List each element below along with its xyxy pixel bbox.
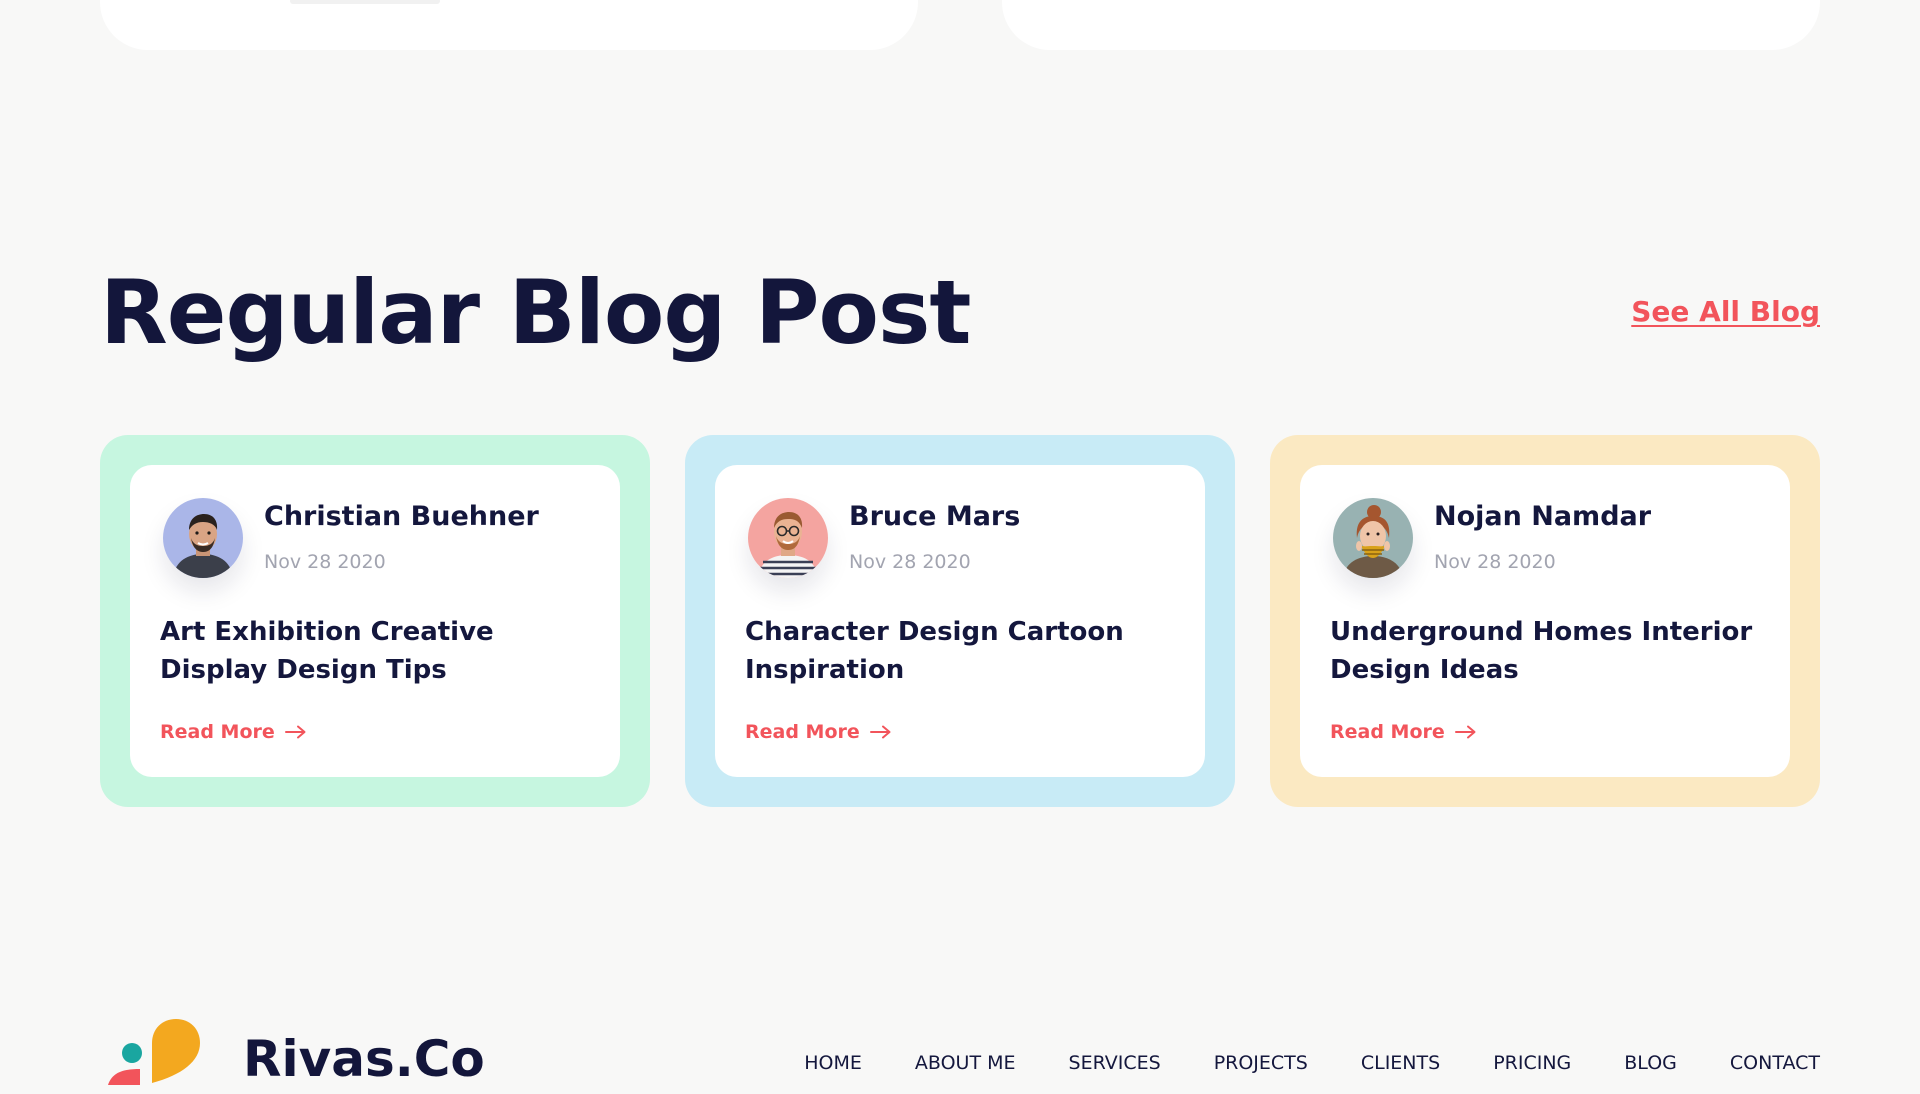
author-avatar (1333, 498, 1413, 578)
read-more-link[interactable]: Read More (160, 719, 307, 745)
previous-section-card-left (100, 0, 918, 50)
previous-section-card-right (1002, 0, 1820, 50)
read-more-link[interactable]: Read More (1330, 719, 1477, 745)
arrow-right-icon (1454, 725, 1476, 739)
nav-item-about-me[interactable]: ABOUT ME (915, 1048, 1016, 1078)
author-name: Nojan Namdar (1434, 501, 1652, 532)
post-title[interactable]: Art Exhibition Creative Display Design T… (160, 613, 600, 689)
woman-portrait-icon (1333, 498, 1413, 578)
footer-nav: HOME ABOUT ME SERVICES PROJECTS CLIENTS … (804, 1048, 1820, 1078)
logo-mark-icon (108, 1019, 200, 1085)
see-all-blog-link[interactable]: See All Blog (1631, 292, 1820, 332)
read-more-label: Read More (160, 721, 275, 743)
post-date: Nov 28 2020 (1434, 551, 1556, 573)
nav-item-services[interactable]: SERVICES (1069, 1048, 1161, 1078)
man-with-glasses-portrait-icon (748, 498, 828, 578)
blog-card[interactable]: Nojan Namdar Nov 28 2020 Underground Hom… (1300, 465, 1790, 777)
card-divider (290, 0, 440, 4)
blog-card-frame: Christian Buehner Nov 28 2020 Art Exhibi… (100, 435, 650, 807)
author-name: Christian Buehner (264, 501, 539, 532)
section-title: Regular Blog Post (100, 261, 971, 364)
author-name: Bruce Mars (849, 501, 1021, 532)
blog-card-frame: Bruce Mars Nov 28 2020 Character Design … (685, 435, 1235, 807)
author-avatar (748, 498, 828, 578)
author-avatar (163, 498, 243, 578)
brand-logo-icon[interactable] (100, 1005, 220, 1085)
blog-card[interactable]: Christian Buehner Nov 28 2020 Art Exhibi… (130, 465, 620, 777)
arrow-right-icon (869, 725, 891, 739)
read-more-link[interactable]: Read More (745, 719, 892, 745)
nav-item-projects[interactable]: PROJECTS (1214, 1048, 1308, 1078)
post-title[interactable]: Character Design Cartoon Inspiration (745, 613, 1185, 689)
read-more-label: Read More (745, 721, 860, 743)
nav-item-clients[interactable]: CLIENTS (1361, 1048, 1440, 1078)
nav-item-blog[interactable]: BLOG (1624, 1048, 1677, 1078)
post-date: Nov 28 2020 (264, 551, 386, 573)
blog-card-list: Christian Buehner Nov 28 2020 Art Exhibi… (100, 435, 1820, 807)
nav-item-contact[interactable]: CONTACT (1730, 1048, 1820, 1078)
brand-name[interactable]: Rivas.Co (243, 1024, 485, 1094)
post-title[interactable]: Underground Homes Interior Design Ideas (1330, 613, 1770, 689)
post-date: Nov 28 2020 (849, 551, 971, 573)
nav-item-home[interactable]: HOME (804, 1048, 862, 1078)
nav-item-pricing[interactable]: PRICING (1493, 1048, 1571, 1078)
blog-card[interactable]: Bruce Mars Nov 28 2020 Character Design … (715, 465, 1205, 777)
blog-card-frame: Nojan Namdar Nov 28 2020 Underground Hom… (1270, 435, 1820, 807)
arrow-right-icon (284, 725, 306, 739)
man-portrait-icon (163, 498, 243, 578)
read-more-label: Read More (1330, 721, 1445, 743)
